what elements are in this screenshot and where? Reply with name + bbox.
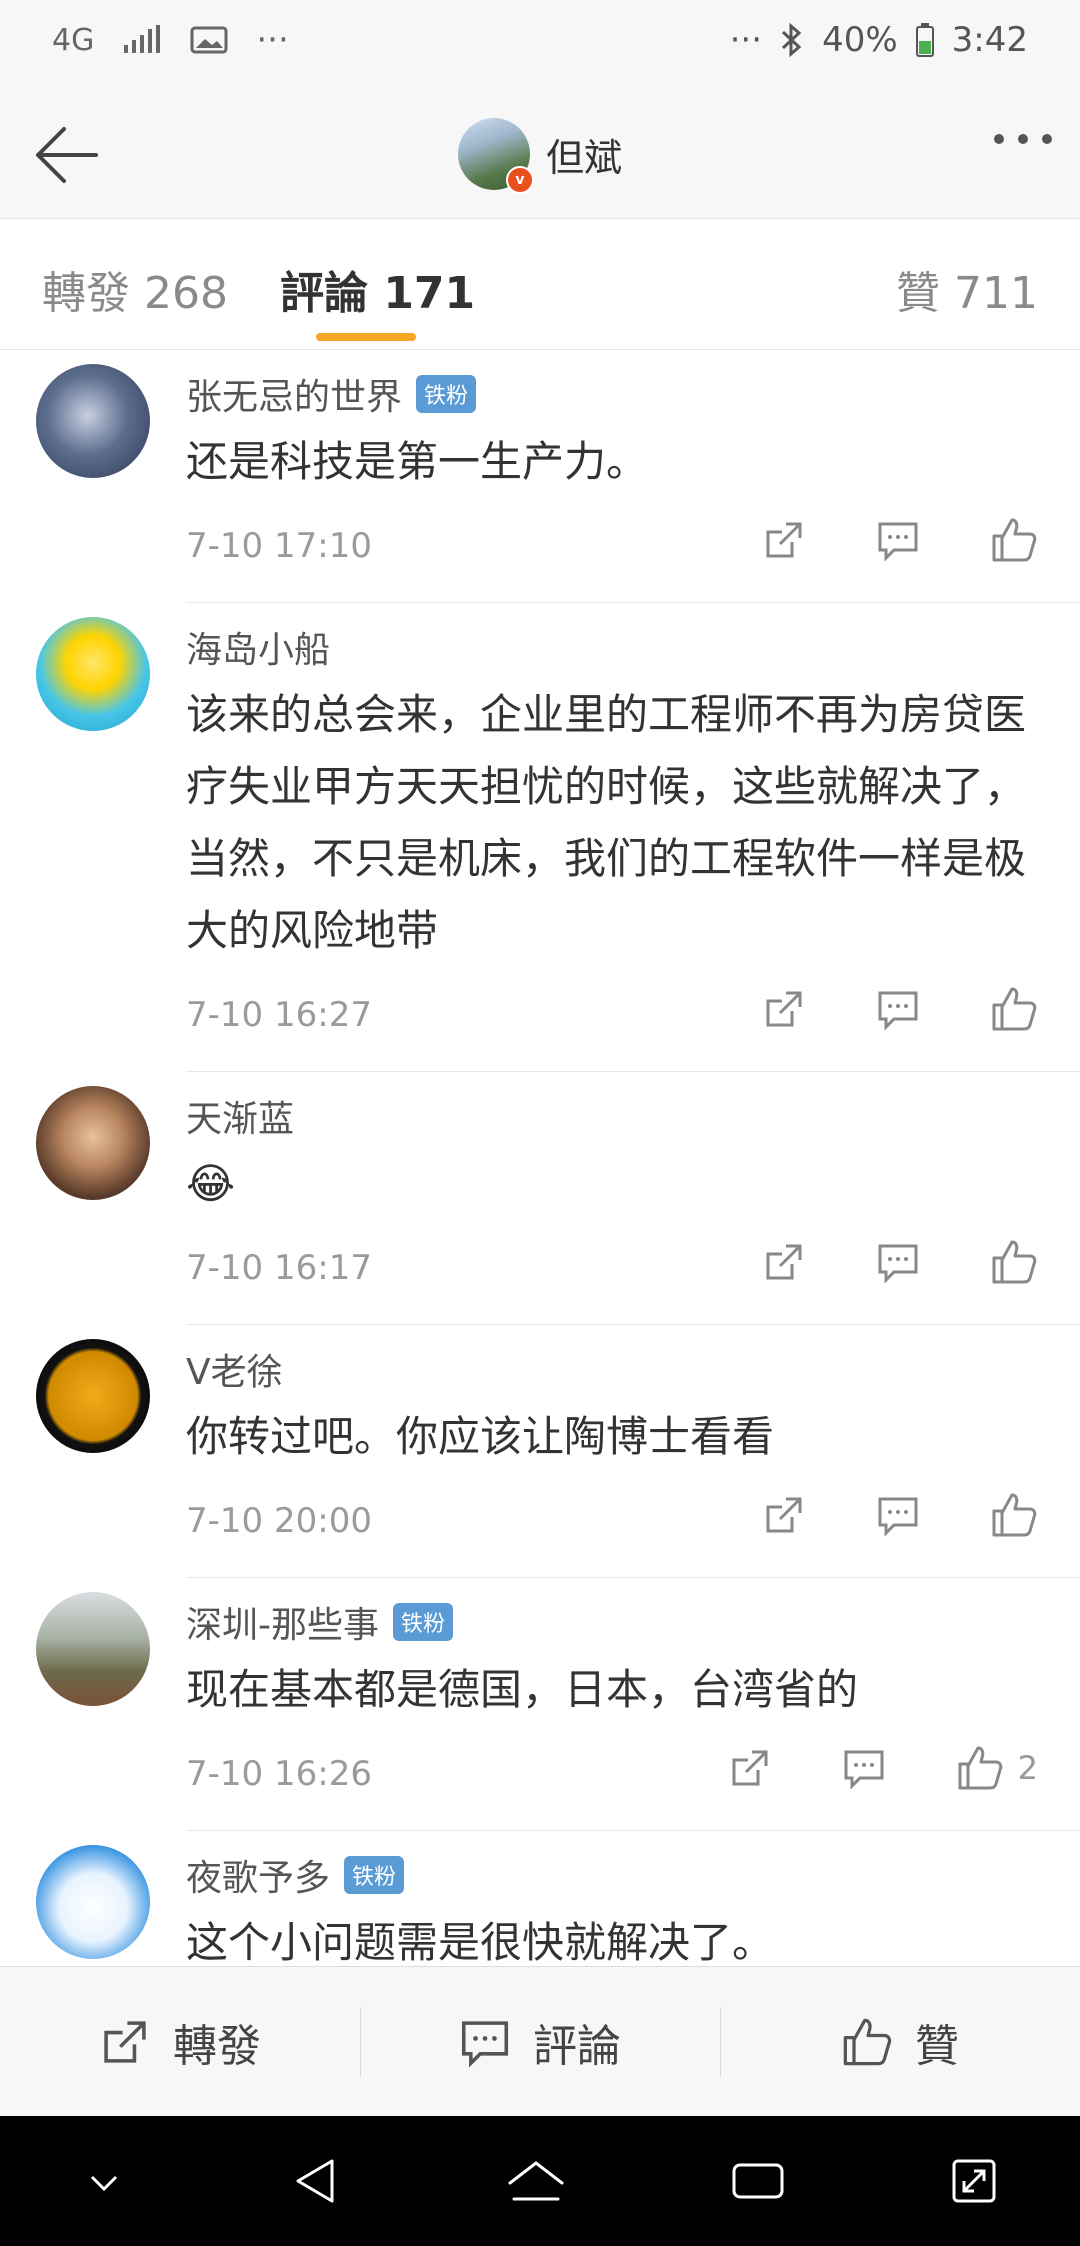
verified-badge-icon: v <box>506 166 534 194</box>
reply-icon <box>461 2021 509 2068</box>
like-button[interactable]: 2 <box>956 1744 1038 1792</box>
reply-icon[interactable] <box>876 985 924 1033</box>
avatar[interactable] <box>36 1086 150 1200</box>
tab-repost[interactable]: 轉發 268 <box>42 257 228 321</box>
reply-icon[interactable] <box>876 1491 924 1539</box>
share-icon[interactable] <box>728 1744 776 1792</box>
avatar[interactable]: v <box>458 118 534 194</box>
battery-percent: 40% <box>822 20 898 60</box>
like-icon[interactable] <box>990 1491 1038 1539</box>
network-type: 4G <box>52 22 95 58</box>
username[interactable]: 天渐蓝 <box>186 1090 294 1142</box>
like-icon[interactable] <box>990 516 1038 564</box>
comment-text: 你转过吧。你应该让陶博士看看 <box>186 1412 775 1461</box>
comment-button[interactable]: 評論 <box>360 1967 720 2117</box>
top-nav: v 但斌 <box>0 90 1080 219</box>
chevron-down-icon[interactable] <box>80 2157 128 2205</box>
comment-label: 評論 <box>533 2021 621 2072</box>
more-options-icon[interactable] <box>994 134 1052 144</box>
reply-icon[interactable] <box>876 1238 924 1286</box>
comment-text: 😂 <box>186 1159 236 1208</box>
share-icon <box>104 2021 146 2063</box>
clock: 3:42 <box>951 20 1028 60</box>
home-icon[interactable] <box>504 2153 568 2209</box>
comment-time: 7-10 16:27 <box>186 995 372 1035</box>
more-status-icon: ··· <box>729 20 763 60</box>
system-nav-bar <box>0 2116 1080 2246</box>
battery-icon <box>915 23 934 57</box>
back-arrow-icon[interactable] <box>30 120 100 190</box>
comment-list[interactable]: 张无忌的世界 铁粉 还是科技是第一生产力。 7-10 17:10 海岛小船 该来的… <box>0 350 1080 1965</box>
username[interactable]: 海岛小船 <box>186 621 330 673</box>
more-notifications-icon: ··· <box>256 20 289 60</box>
username[interactable]: 张无忌的世界 <box>186 368 402 420</box>
like-icon[interactable] <box>956 1744 1004 1792</box>
like-label: 贊 <box>915 2021 959 2072</box>
fan-badge: 铁粉 <box>393 1603 454 1641</box>
reply-icon[interactable] <box>876 516 924 564</box>
tab-comments[interactable]: 評論 171 <box>280 257 475 321</box>
tab-likes[interactable]: 贊 711 <box>896 257 1038 321</box>
bluetooth-icon <box>782 23 802 57</box>
comment-time: 7-10 16:26 <box>186 1754 372 1794</box>
list-item: V老徐 你转过吧。你应该让陶博士看看 7-10 20:00 <box>36 1325 1080 1578</box>
avatar[interactable] <box>36 1339 150 1453</box>
list-item: 夜歌予多 铁粉 这个小问题需是很快就解决了。 <box>36 1831 1080 1965</box>
active-tab-indicator <box>316 333 416 341</box>
comment-text: 现在基本都是德国，日本，台湾省的 <box>186 1665 859 1714</box>
comment-text: 该来的总会来，企业里的工程师不再为房贷医疗失业甲方天天担忧的时候，这些就解决了，… <box>186 690 1027 955</box>
avatar[interactable] <box>36 617 150 731</box>
fan-badge: 铁粉 <box>344 1856 405 1894</box>
expand-icon[interactable] <box>948 2155 1000 2207</box>
comment-time: 7-10 20:00 <box>186 1501 372 1541</box>
list-item: 张无忌的世界 铁粉 还是科技是第一生产力。 7-10 17:10 <box>36 350 1080 603</box>
bottom-action-bar: 轉發 評論 贊 <box>0 1966 1080 2117</box>
comment-time: 7-10 16:17 <box>186 1248 372 1288</box>
share-icon[interactable] <box>762 985 810 1033</box>
reply-icon[interactable] <box>842 1744 890 1792</box>
back-icon[interactable] <box>288 2153 344 2209</box>
avatar[interactable] <box>36 1845 150 1959</box>
username[interactable]: V老徐 <box>186 1343 283 1395</box>
username[interactable]: 夜歌予多 <box>186 1849 330 1901</box>
like-icon[interactable] <box>990 985 1038 1033</box>
recent-apps-icon[interactable] <box>728 2157 788 2205</box>
profile-header[interactable]: v 但斌 <box>458 118 623 194</box>
list-item: 天渐蓝 😂 7-10 16:17 <box>36 1072 1080 1325</box>
comment-text: 这个小问题需是很快就解决了。 <box>186 1918 775 1965</box>
avatar[interactable] <box>36 1592 150 1706</box>
username[interactable]: 深圳-那些事 <box>186 1596 379 1648</box>
repost-button[interactable]: 轉發 <box>0 1967 360 2117</box>
share-icon[interactable] <box>762 1238 810 1286</box>
share-icon[interactable] <box>762 1491 810 1539</box>
image-icon <box>190 26 228 54</box>
signal-icon <box>124 25 161 53</box>
avatar[interactable] <box>36 364 150 478</box>
like-count: 2 <box>1017 1749 1038 1787</box>
list-item: 海岛小船 该来的总会来，企业里的工程师不再为房贷医疗失业甲方天天担忧的时候，这些… <box>36 603 1080 1072</box>
like-icon <box>843 2018 892 2066</box>
like-button[interactable]: 贊 <box>720 1967 1080 2117</box>
repost-label: 轉發 <box>173 2021 261 2072</box>
share-icon[interactable] <box>762 516 810 564</box>
tab-bar: 轉發 268 評論 171 贊 711 <box>0 219 1080 350</box>
fan-badge: 铁粉 <box>416 375 477 413</box>
list-item: 深圳-那些事 铁粉 现在基本都是德国，日本，台湾省的 7-10 16:26 2 <box>36 1578 1080 1831</box>
like-icon[interactable] <box>990 1238 1038 1286</box>
comment-time: 7-10 17:10 <box>186 526 372 566</box>
status-bar: 4G ··· ··· 40% 3:42 <box>0 0 1080 90</box>
page-title: 但斌 <box>546 135 623 180</box>
comment-text: 还是科技是第一生产力。 <box>186 437 649 486</box>
